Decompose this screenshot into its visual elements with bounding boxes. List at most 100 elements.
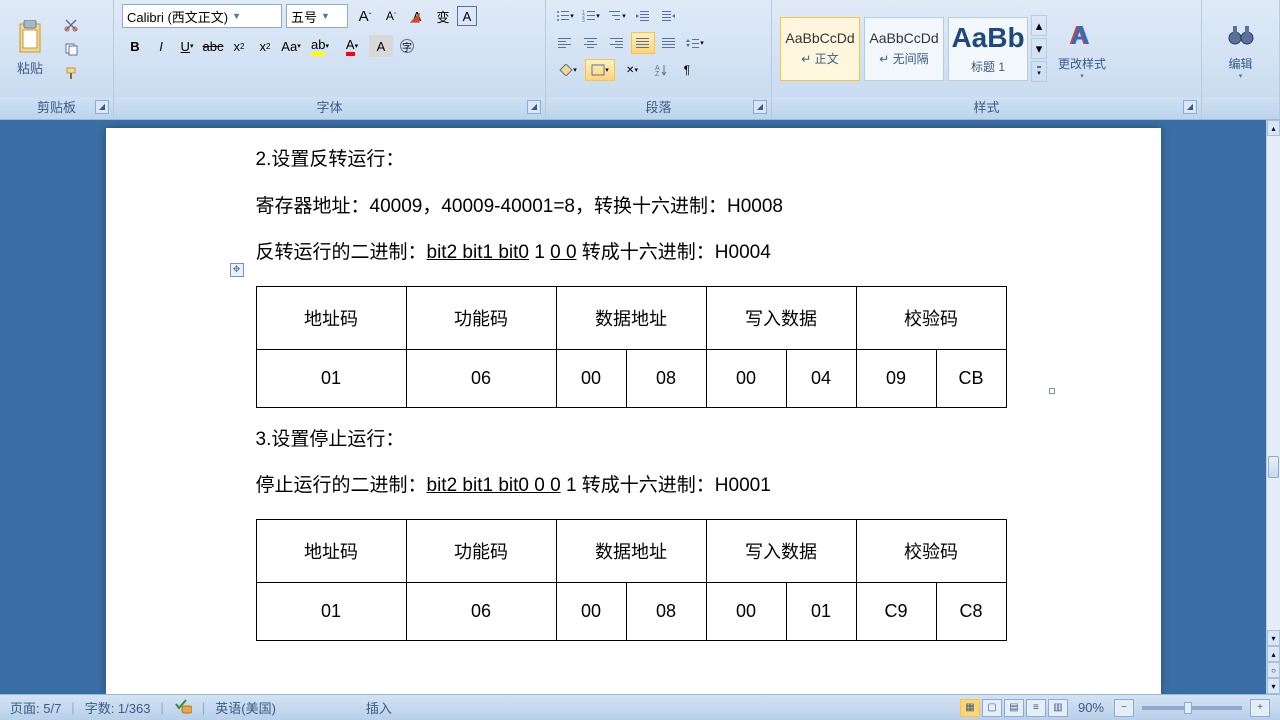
ribbon: 粘贴 剪贴板◢ Calibri (西文正文)▼ 五号▼ Aˆ Aˇ A◢ 变 A… <box>0 0 1280 120</box>
para-binary2: 停止运行的二进制：bit2 bit1 bit0 0 0 1 转成十六进制：H00… <box>256 472 1041 501</box>
style-normal[interactable]: AaBbCcDd↵ 正文 <box>780 17 860 81</box>
table-resize-handle-icon[interactable] <box>1049 388 1055 394</box>
view-print-layout-button[interactable]: ▦ <box>960 699 980 717</box>
align-distribute-button[interactable] <box>657 32 681 54</box>
change-styles-button[interactable]: AA 更改样式 ▾ <box>1052 15 1112 82</box>
status-page[interactable]: 页面: 5/7 <box>10 698 61 717</box>
paste-button[interactable]: 粘贴 <box>6 18 54 79</box>
para-binary1: ✥ 反转运行的二进制：bit2 bit1 bit0 1 0 0 转成十六进制：H… <box>256 239 1041 268</box>
highlight-button[interactable]: ab▾ <box>305 35 335 57</box>
styles-group-label: 样式 <box>973 100 999 115</box>
scroll-track[interactable] <box>1267 136 1280 630</box>
zoom-value[interactable]: 90% <box>1078 700 1104 715</box>
bold-button[interactable]: B <box>123 35 147 57</box>
phonetic-button[interactable]: 变 <box>431 5 455 27</box>
view-web-button[interactable]: ▤ <box>1004 699 1024 717</box>
char-scale-button[interactable]: ✕▾ <box>617 59 647 81</box>
zoom-slider[interactable] <box>1142 706 1242 710</box>
shading-button[interactable]: ▾ <box>553 59 583 81</box>
status-lang[interactable]: 英语(美国) <box>215 698 276 717</box>
paragraph-launcher-icon[interactable]: ◢ <box>753 100 767 114</box>
indent-left-button[interactable] <box>631 5 655 27</box>
spellcheck-icon[interactable] <box>174 698 192 717</box>
scroll-thumb[interactable] <box>1268 456 1279 478</box>
char-shading-button[interactable]: A <box>369 35 393 57</box>
view-outline-button[interactable]: ≡ <box>1026 699 1046 717</box>
align-left-button[interactable] <box>553 32 577 54</box>
enclose-char-button[interactable]: 字 <box>395 35 419 57</box>
font-launcher-icon[interactable]: ◢ <box>527 100 541 114</box>
styles-launcher-icon[interactable]: ◢ <box>1183 100 1197 114</box>
scroll-down-icon[interactable]: ▾ <box>1267 630 1280 646</box>
font-size-combo[interactable]: 五号▼ <box>286 4 348 28</box>
zoom-out-button[interactable]: − <box>1114 699 1134 717</box>
strikethrough-button[interactable]: abc <box>201 35 225 57</box>
clipboard-launcher-icon[interactable]: ◢ <box>95 100 109 114</box>
underline-button[interactable]: U▾ <box>175 35 199 57</box>
zoom-handle[interactable] <box>1184 702 1192 714</box>
style-heading1[interactable]: AaBb标题 1 <box>948 17 1028 81</box>
subscript-button[interactable]: x2 <box>227 35 251 57</box>
line-spacing-button[interactable]: ▾ <box>683 32 707 54</box>
next-page-icon[interactable]: ▾ <box>1267 678 1280 694</box>
clipboard-icon <box>12 20 48 56</box>
italic-button[interactable]: I <box>149 35 173 57</box>
editing-button[interactable]: 编辑 ▾ <box>1217 15 1265 82</box>
show-marks-button[interactable]: ¶ <box>675 59 699 81</box>
scroll-up-icon[interactable]: ▴ <box>1267 120 1280 136</box>
binoculars-icon <box>1223 17 1259 53</box>
svg-text:Z: Z <box>655 71 660 76</box>
paste-label: 粘贴 <box>17 58 43 77</box>
status-mode[interactable]: 插入 <box>366 698 392 717</box>
sort-button[interactable]: AZ <box>649 59 673 81</box>
browse-object-icon[interactable]: ○ <box>1267 662 1280 678</box>
view-fullscreen-button[interactable]: ▢ <box>982 699 1002 717</box>
paragraph-group-label: 段落 <box>645 100 671 115</box>
status-bar: 页面: 5/7| 字数: 1/363| | 英语(美国) 插入 ▦ ▢ ▤ ≡ … <box>0 694 1280 720</box>
font-family-combo[interactable]: Calibri (西文正文)▼ <box>122 4 282 28</box>
view-draft-button[interactable]: ▥ <box>1048 699 1068 717</box>
clear-format-button[interactable]: A◢ <box>405 5 429 27</box>
group-editing: 编辑 ▾ <box>1202 0 1280 119</box>
char-border-button[interactable]: A <box>457 6 477 26</box>
align-right-button[interactable] <box>605 32 629 54</box>
align-justify-button[interactable] <box>631 32 655 54</box>
bullets-button[interactable]: ▾ <box>553 5 577 27</box>
align-center-button[interactable] <box>579 32 603 54</box>
grow-font-button[interactable]: Aˆ <box>353 5 377 27</box>
vertical-scrollbar[interactable]: ▴ ▾ ▴ ○ ▾ <box>1266 120 1280 694</box>
status-words[interactable]: 字数: 1/363 <box>85 698 151 717</box>
para-register: 寄存器地址：40009，40009-40001=8，转换十六进制：H0008 <box>256 193 1041 222</box>
group-paragraph: ▾ 123▾ ▾ ▾ ▾ ▾ ✕▾ AZ ¶ 段落 ◢ <box>546 0 772 119</box>
page: 2.设置反转运行： 寄存器地址：40009，40009-40001=8，转换十六… <box>106 128 1161 694</box>
change-case-button[interactable]: Aa▾ <box>279 35 303 57</box>
table-stop: 地址码 功能码 数据地址 写入数据 校验码 01 06 00 08 00 01 … <box>256 519 1007 641</box>
document-area[interactable]: 2.设置反转运行： 寄存器地址：40009，40009-40001=8，转换十六… <box>0 120 1266 694</box>
table-reverse: 地址码 功能码 数据地址 写入数据 校验码 01 06 00 08 00 04 … <box>256 286 1007 408</box>
para-heading2: 2.设置反转运行： <box>256 146 1041 175</box>
style-expand[interactable]: ▾ <box>1031 61 1047 82</box>
zoom-in-button[interactable]: + <box>1250 699 1270 717</box>
svg-text:3: 3 <box>582 18 585 22</box>
style-nospacing[interactable]: AaBbCcDd↵ 无间隔 <box>864 17 944 81</box>
clipboard-group-label: 剪贴板 <box>37 100 76 115</box>
indent-right-button[interactable] <box>657 5 681 27</box>
prev-page-icon[interactable]: ▴ <box>1267 646 1280 662</box>
svg-text:A: A <box>1071 20 1090 50</box>
copy-button[interactable] <box>59 38 83 60</box>
caret-down-icon: ▼ <box>232 11 241 21</box>
table-move-handle-icon[interactable]: ✥ <box>230 263 244 277</box>
para-heading3: 3.设置停止运行： <box>256 426 1041 455</box>
superscript-button[interactable]: x2 <box>253 35 277 57</box>
cut-button[interactable] <box>59 14 83 36</box>
group-styles: AaBbCcDd↵ 正文 AaBbCcDd↵ 无间隔 AaBb标题 1 ▴ ▾ … <box>772 0 1202 119</box>
borders-button[interactable]: ▾ <box>585 59 615 81</box>
numbering-button[interactable]: 123▾ <box>579 5 603 27</box>
font-group-label: 字体 <box>316 100 342 115</box>
font-color-button[interactable]: A▾ <box>337 35 367 57</box>
style-scroll-up[interactable]: ▴ <box>1031 15 1047 36</box>
style-scroll-down[interactable]: ▾ <box>1031 38 1047 59</box>
shrink-font-button[interactable]: Aˇ <box>379 5 403 27</box>
multilevel-button[interactable]: ▾ <box>605 5 629 27</box>
format-painter-button[interactable] <box>59 62 83 84</box>
